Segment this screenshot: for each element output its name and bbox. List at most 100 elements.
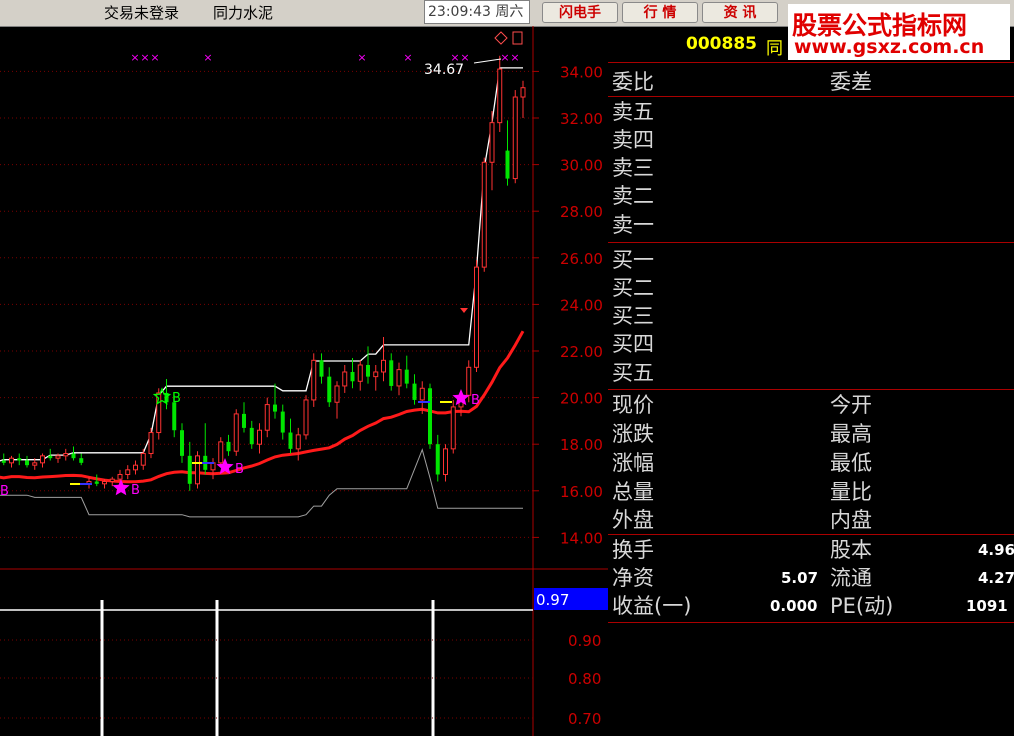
candle-body: [48, 455, 53, 459]
clock-display: 23:09:43 周六: [424, 0, 530, 24]
price-tick-label: 14.00: [560, 529, 603, 547]
inner-volume-label: 内盘: [830, 508, 872, 532]
sell-level-5: 卖五: [612, 100, 654, 124]
stock-title: 同力水泥: [213, 4, 274, 22]
candle-body: [342, 371, 348, 387]
login-status: 交易未登录: [104, 4, 180, 22]
volume-ratio-label: 量比: [830, 480, 872, 504]
price-tick-label: 26.00: [560, 250, 603, 268]
low-label: 最低: [830, 451, 872, 475]
candle-body: [117, 473, 123, 480]
stock-code: 000885: [686, 34, 757, 54]
signal-x-marker: ×: [130, 51, 139, 64]
candle-body: [148, 432, 154, 455]
candle-body: [242, 413, 246, 428]
candlesticks: [1, 55, 526, 491]
indicator-pane: 0.97 0.90 0.80 0.70: [0, 568, 608, 736]
divider: [608, 62, 1014, 63]
quote-panel: 000885 同 委比 委差 卖五 卖四 卖三 卖二 卖一 买一 买二 买三 买…: [608, 26, 1014, 736]
divider: [608, 534, 1014, 535]
candle-body: [32, 462, 38, 466]
candle-body: [512, 96, 518, 180]
signal-x-marker: ×: [357, 51, 366, 64]
price-tick-label: 18.00: [560, 436, 603, 454]
buy-signal-label: B: [235, 462, 244, 477]
wei-cha-label: 委差: [830, 70, 872, 94]
buy-level-5: 买五: [612, 361, 654, 385]
price-tick-label: 34.00: [560, 63, 603, 81]
window-marker: [512, 31, 523, 45]
candle-body: [489, 122, 495, 163]
stock-name-short: 同: [766, 39, 783, 59]
candle-body: [102, 480, 107, 485]
wei-bi-label: 委比: [612, 70, 654, 94]
candle-body: [180, 430, 184, 456]
candle-body: [295, 434, 301, 450]
sell-level-4: 卖四: [612, 128, 654, 152]
candle-body: [55, 455, 61, 459]
candle-body: [257, 429, 262, 445]
candle-body: [273, 404, 277, 412]
candle-body: [327, 376, 332, 403]
flash-trade-button[interactable]: 闪电手: [542, 2, 618, 23]
price-tick-label: 20.00: [560, 390, 603, 408]
candle-body: [140, 453, 146, 466]
candle-body: [17, 458, 22, 461]
signal-x-marker: ×: [140, 51, 149, 64]
candle-body: [474, 266, 479, 368]
price-tick-label: 16.00: [560, 483, 603, 501]
net-assets-value: 5.07: [781, 569, 819, 587]
candle-body: [466, 366, 472, 396]
sell-level-1: 卖一: [612, 213, 654, 237]
candle-body: [1, 460, 6, 463]
price-tick-label: 30.00: [560, 157, 603, 175]
signal-x-marker: ×: [403, 51, 412, 64]
net-assets-label: 净资: [612, 566, 654, 590]
candle-body: [303, 399, 309, 436]
candle-body: [381, 359, 386, 373]
candle-body: [350, 371, 355, 382]
share-capital-value: 4.96: [978, 541, 1014, 559]
candle-body: [172, 402, 177, 431]
open-label: 今开: [830, 393, 872, 417]
candle-body: [373, 371, 379, 378]
candle-body: [40, 455, 45, 464]
kline-chart[interactable]: × × × × × × × × × ×34.67B BBBB 34.0032.0030.0028.0…: [0, 26, 608, 736]
current-value-label: 0.97: [536, 591, 569, 609]
sell-level-3: 卖三: [612, 156, 654, 180]
chart-grid: [0, 70, 533, 538]
candle-body: [428, 388, 432, 445]
candle-body: [79, 458, 84, 463]
candle-body: [226, 441, 231, 452]
eps-label: 收益(一): [612, 594, 692, 618]
pe-label: PE(动): [830, 594, 894, 618]
diamond-marker: [494, 31, 508, 45]
pe-value: 1091: [966, 597, 1008, 615]
buy-level-4: 买四: [612, 332, 654, 356]
buy-signal-label: B: [131, 483, 140, 498]
candle-body: [125, 469, 131, 475]
high-label: 最高: [830, 422, 872, 446]
current-price-label: 现价: [612, 393, 654, 417]
total-volume-label: 总量: [612, 480, 654, 504]
candle-body: [443, 448, 448, 475]
price-axis: 34.00 32.00 30.00 28.00 26.00 24.00 22.00 20.00…: [532, 26, 603, 736]
candle-body: [71, 453, 76, 459]
price-tick-label: 22.00: [560, 343, 603, 361]
candle-body: [233, 413, 239, 452]
candle-body: [334, 385, 340, 403]
float-shares-value: 4.27: [978, 569, 1014, 587]
candle-body: [357, 364, 363, 382]
divider: [608, 622, 1014, 623]
candle-body: [450, 406, 456, 450]
candle-body: [481, 161, 487, 268]
candle-body: [264, 404, 270, 431]
candle-body: [109, 478, 115, 482]
turnover-label: 换手: [612, 538, 654, 562]
signal-x-marker: ×: [500, 51, 509, 64]
indicator-tick-label: 0.80: [568, 670, 601, 688]
candle-body: [25, 460, 29, 466]
news-button[interactable]: 资 讯: [702, 2, 778, 23]
quotes-button[interactable]: 行 情: [622, 2, 698, 23]
buy-signal-label: B: [0, 484, 9, 499]
